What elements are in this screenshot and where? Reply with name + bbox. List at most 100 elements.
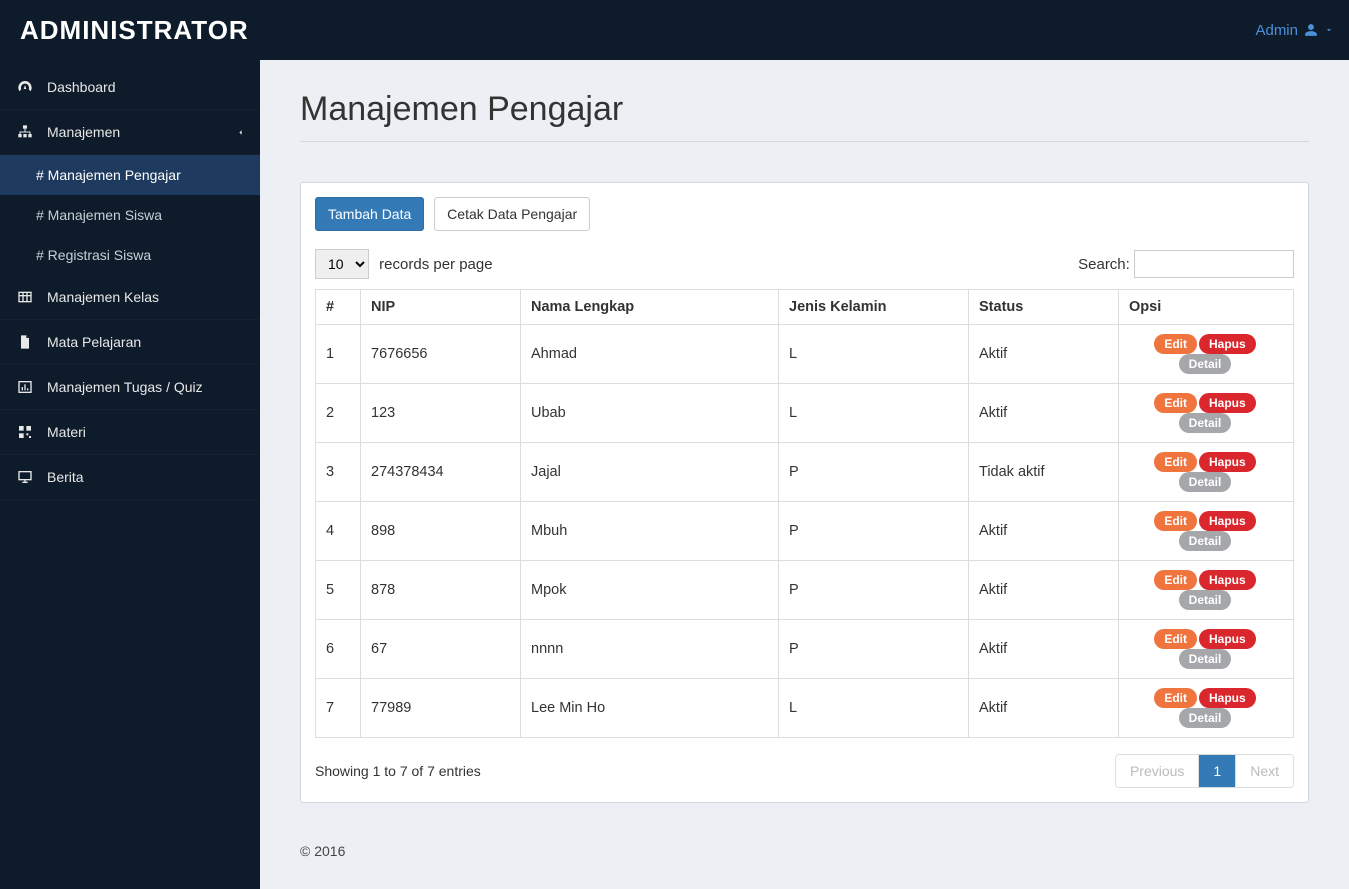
th-nama[interactable]: Nama Lengkap	[521, 290, 779, 325]
table-row: 777989Lee Min HoLAktifEditHapusDetail	[316, 679, 1294, 738]
next-button[interactable]: Next	[1236, 755, 1293, 787]
delete-button[interactable]: Hapus	[1199, 629, 1256, 649]
sidebar-label: Manajemen Tugas / Quiz	[47, 379, 203, 395]
showing-info: Showing 1 to 7 of 7 entries	[315, 763, 481, 779]
bar-chart-icon	[15, 379, 35, 395]
detail-button[interactable]: Detail	[1179, 649, 1232, 669]
cell-opsi: EditHapusDetail	[1119, 384, 1294, 443]
cell-opsi: EditHapusDetail	[1119, 502, 1294, 561]
sidebar-item-berita[interactable]: Berita	[0, 455, 260, 500]
edit-button[interactable]: Edit	[1154, 511, 1197, 531]
user-icon	[1304, 23, 1318, 37]
sidebar-item-materi[interactable]: Materi	[0, 410, 260, 455]
sidebar-label: Manajemen Kelas	[47, 289, 159, 305]
edit-button[interactable]: Edit	[1154, 334, 1197, 354]
cell-status: Aktif	[969, 325, 1119, 384]
cell-opsi: EditHapusDetail	[1119, 443, 1294, 502]
cell-opsi: EditHapusDetail	[1119, 620, 1294, 679]
edit-button[interactable]: Edit	[1154, 570, 1197, 590]
cell-nip: 123	[361, 384, 521, 443]
submenu-siswa[interactable]: # Manajemen Siswa	[0, 195, 260, 235]
user-dropdown[interactable]: Admin	[1255, 22, 1334, 39]
records-per-page-select[interactable]: 10	[315, 249, 369, 279]
cell-num: 6	[316, 620, 361, 679]
cell-jk: P	[779, 443, 969, 502]
submenu-pengajar[interactable]: # Manajemen Pengajar	[0, 155, 260, 195]
detail-button[interactable]: Detail	[1179, 708, 1232, 728]
th-status[interactable]: Status	[969, 290, 1119, 325]
edit-button[interactable]: Edit	[1154, 629, 1197, 649]
cell-nama: Lee Min Ho	[521, 679, 779, 738]
chevron-left-icon	[236, 128, 245, 137]
th-jk[interactable]: Jenis Kelamin	[779, 290, 969, 325]
detail-button[interactable]: Detail	[1179, 590, 1232, 610]
sitemap-icon	[15, 124, 35, 140]
submenu-registrasi[interactable]: # Registrasi Siswa	[0, 235, 260, 275]
print-button[interactable]: Cetak Data Pengajar	[434, 197, 590, 231]
add-button[interactable]: Tambah Data	[315, 197, 424, 231]
cell-nip: 898	[361, 502, 521, 561]
records-label: records per page	[379, 256, 492, 273]
pagination: Previous 1 Next	[1115, 754, 1294, 788]
detail-button[interactable]: Detail	[1179, 413, 1232, 433]
delete-button[interactable]: Hapus	[1199, 452, 1256, 472]
delete-button[interactable]: Hapus	[1199, 511, 1256, 531]
detail-button[interactable]: Detail	[1179, 531, 1232, 551]
delete-button[interactable]: Hapus	[1199, 334, 1256, 354]
cell-num: 4	[316, 502, 361, 561]
cell-nip: 878	[361, 561, 521, 620]
footer: © 2016	[300, 843, 1309, 859]
cell-jk: L	[779, 325, 969, 384]
sidebar-label: Manajemen	[47, 124, 120, 140]
detail-button[interactable]: Detail	[1179, 472, 1232, 492]
sidebar-item-kelas[interactable]: Manajemen Kelas	[0, 275, 260, 320]
delete-button[interactable]: Hapus	[1199, 688, 1256, 708]
sidebar-item-manajemen[interactable]: Manajemen	[0, 110, 260, 155]
cell-num: 5	[316, 561, 361, 620]
delete-button[interactable]: Hapus	[1199, 570, 1256, 590]
datatable-bottom: Showing 1 to 7 of 7 entries Previous 1 N…	[315, 754, 1294, 788]
user-label: Admin	[1255, 22, 1298, 39]
th-nip[interactable]: NIP	[361, 290, 521, 325]
detail-button[interactable]: Detail	[1179, 354, 1232, 374]
search-input[interactable]	[1134, 250, 1294, 278]
edit-button[interactable]: Edit	[1154, 393, 1197, 413]
delete-button[interactable]: Hapus	[1199, 393, 1256, 413]
cell-status: Aktif	[969, 561, 1119, 620]
button-row: Tambah Data Cetak Data Pengajar	[315, 197, 1294, 231]
cell-jk: P	[779, 561, 969, 620]
table-icon	[15, 289, 35, 305]
th-opsi[interactable]: Opsi	[1119, 290, 1294, 325]
sidebar-item-tugas[interactable]: Manajemen Tugas / Quiz	[0, 365, 260, 410]
edit-button[interactable]: Edit	[1154, 688, 1197, 708]
file-icon	[15, 334, 35, 350]
desktop-icon	[15, 469, 35, 485]
cell-jk: L	[779, 384, 969, 443]
table-row: 667nnnnPAktifEditHapusDetail	[316, 620, 1294, 679]
prev-button[interactable]: Previous	[1116, 755, 1199, 787]
cell-nip: 67	[361, 620, 521, 679]
sidebar-item-dashboard[interactable]: Dashboard	[0, 65, 260, 110]
th-num[interactable]: #	[316, 290, 361, 325]
page-1-button[interactable]: 1	[1199, 755, 1236, 787]
cell-status: Tidak aktif	[969, 443, 1119, 502]
sidebar-label: Mata Pelajaran	[47, 334, 141, 350]
qrcode-icon	[15, 424, 35, 440]
cell-nip: 7676656	[361, 325, 521, 384]
cell-nama: Ahmad	[521, 325, 779, 384]
table-row: 17676656AhmadLAktifEditHapusDetail	[316, 325, 1294, 384]
search-label: Search:	[1078, 256, 1130, 273]
edit-button[interactable]: Edit	[1154, 452, 1197, 472]
sidebar-item-matapelajaran[interactable]: Mata Pelajaran	[0, 320, 260, 365]
submenu-manajemen: # Manajemen Pengajar # Manajemen Siswa #…	[0, 155, 260, 275]
cell-opsi: EditHapusDetail	[1119, 325, 1294, 384]
cell-nip: 77989	[361, 679, 521, 738]
sidebar-label: Dashboard	[47, 79, 116, 95]
cell-jk: P	[779, 502, 969, 561]
cell-nama: Mpok	[521, 561, 779, 620]
main-content: Manajemen Pengajar Tambah Data Cetak Dat…	[260, 60, 1349, 889]
page-title: Manajemen Pengajar	[300, 90, 1309, 129]
sidebar: Dashboard Manajemen # Manajemen Pengajar…	[0, 60, 260, 889]
data-table: # NIP Nama Lengkap Jenis Kelamin Status …	[315, 289, 1294, 738]
brand: ADMINISTRATOR	[20, 15, 249, 46]
